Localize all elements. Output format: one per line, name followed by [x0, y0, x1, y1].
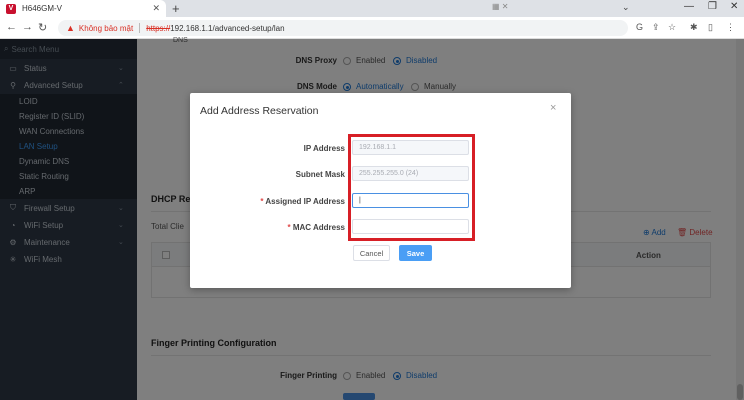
url-protocol: https://: [146, 23, 171, 33]
address-separator: [139, 23, 141, 33]
save-button[interactable]: Save: [399, 245, 432, 261]
forward-icon[interactable]: →: [22, 21, 33, 33]
tab-close-icon[interactable]: ✕: [152, 3, 160, 14]
extensions-icon[interactable]: ✱: [690, 22, 698, 33]
tab-search-icon[interactable]: ▦ ✕: [492, 2, 524, 14]
subnet-mask-label: Subnet Mask: [295, 170, 345, 179]
required-mark: *: [260, 197, 264, 206]
new-tab-button[interactable]: +: [172, 1, 180, 16]
browser-tab[interactable]: V H646GM-V ✕: [0, 0, 166, 17]
bookmark-star-icon[interactable]: ☆: [668, 22, 676, 33]
minimize-icon[interactable]: —: [684, 1, 694, 12]
dialog-title: Add Address Reservation: [200, 105, 319, 117]
close-icon[interactable]: ×: [550, 102, 556, 114]
address-bar[interactable]: ▲ Không bảo mật https:// 192.168.1.1/adv…: [58, 20, 628, 36]
menu-kebab-icon[interactable]: ⋮: [726, 22, 735, 33]
browser-toolbar: ← → ↻ ▲ Không bảo mật https:// 192.168.1…: [0, 17, 744, 39]
ip-address-label: IP Address: [303, 144, 345, 153]
add-address-reservation-dialog: Add Address Reservation × IP Address 192…: [190, 93, 571, 288]
back-icon[interactable]: ←: [6, 21, 17, 33]
mac-address-label: * MAC Address: [230, 223, 345, 232]
share-icon[interactable]: ⇪: [652, 22, 660, 33]
tab-list-chevron-icon[interactable]: ⌄: [622, 2, 630, 13]
highlight-box: [348, 134, 475, 241]
security-warning[interactable]: Không bảo mật: [79, 24, 133, 33]
assigned-ip-label: * Assigned IP Address: [230, 197, 345, 206]
mac-address-label-text: MAC Address: [292, 223, 345, 232]
google-icon[interactable]: G: [636, 22, 643, 32]
tab-title: H646GM-V: [22, 4, 63, 13]
reload-icon[interactable]: ↻: [38, 21, 47, 34]
window-close-icon[interactable]: ✕: [730, 1, 738, 12]
cancel-button[interactable]: Cancel: [353, 245, 390, 261]
router-favicon-icon: V: [6, 3, 16, 14]
required-mark: *: [287, 223, 291, 232]
browser-tabstrip: V H646GM-V ✕ + ▦ ✕ ⌄ — ❐ ✕: [0, 0, 744, 17]
side-panel-icon[interactable]: ▯: [708, 22, 713, 33]
assigned-ip-label-text: Assigned IP Address: [265, 197, 345, 206]
warning-icon: ▲: [66, 23, 75, 33]
url-path: 192.168.1.1/advanced-setup/lan: [170, 23, 285, 33]
restore-icon[interactable]: ❐: [708, 1, 717, 12]
